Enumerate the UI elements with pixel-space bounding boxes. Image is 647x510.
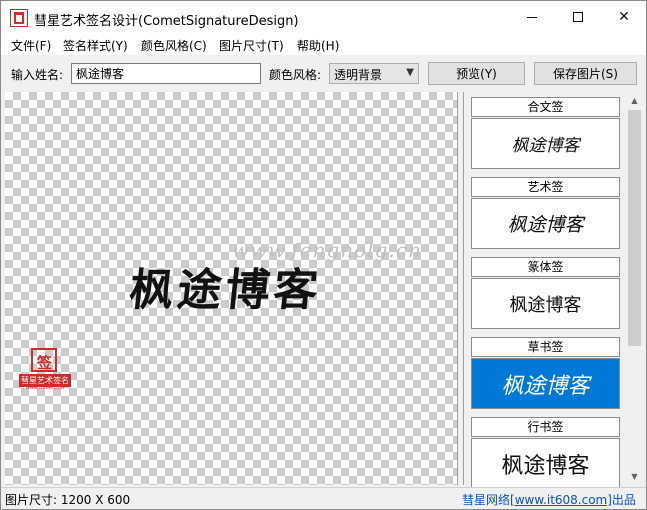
close-button[interactable]: ✕ [601,1,647,33]
color-style-label: 颜色风格: [269,68,322,82]
signature-preview-text: 枫途博客 [126,265,325,316]
brand-logo: 签 彗星艺术签名 www.it608.com [19,348,71,392]
credit-suffix: 出品 [611,493,636,507]
minimize-icon [527,16,537,18]
style-card-preview-selected[interactable]: 枫途博客 [471,358,620,409]
toolbar: 输入姓名: 颜色风格: 透明背景 ▼ 预览(Y) 保存图片(S) [1,55,646,91]
seal-icon: 签 [31,348,57,372]
image-size-status: 图片尺寸: 1200 X 600 [5,491,130,508]
close-icon: ✕ [618,9,630,25]
menu-bar: 文件(F) 签名样式(Y) 颜色风格(C) 图片尺寸(T) 帮助(H) [1,33,646,55]
color-style-value: 透明背景 [334,68,383,82]
style-list-panel: 合文签 枫途博客 艺术签 枫途博客 篆体签 枫途博客 草书签 枫途博客 行书签 … [463,92,643,489]
app-window: 彗星艺术签名设计(CometSignatureDesign) ✕ 文件(F) 签… [0,0,647,510]
image-size-label: 图片尺寸: [5,493,58,507]
scroll-up-icon[interactable]: ▲ [626,92,643,109]
name-input[interactable] [71,63,261,84]
style-card-title: 艺术签 [471,177,620,197]
style-card-title: 篆体签 [471,257,620,277]
style-card-preview[interactable]: 枫途博客 [471,278,620,329]
style-card-preview[interactable]: 枫途博客 [471,438,620,489]
preview-button[interactable]: 预览(Y) [428,62,525,85]
maximize-icon [573,12,583,22]
chevron-down-icon: ▼ [406,67,414,78]
style-card-preview[interactable]: 枫途博客 [471,118,620,169]
style-card-hewen[interactable]: 合文签 枫途博客 [471,97,620,169]
window-title: 彗星艺术签名设计(CometSignatureDesign) [34,14,299,29]
minimize-button[interactable] [509,1,555,33]
menu-color-style[interactable]: 颜色风格(C) [141,37,207,54]
style-card-preview[interactable]: 枫途博客 [471,198,620,249]
menu-file[interactable]: 文件(F) [11,37,51,54]
credit-site-name: 彗星网络 [462,493,511,507]
signature-preview-canvas: www.fengnolg.cn 枫途博客 签 彗星艺术签名 www.it608.… [5,92,458,485]
style-card-art[interactable]: 艺术签 枫途博客 [471,177,620,249]
scroll-down-icon[interactable]: ▼ [626,468,643,485]
style-card-cursive[interactable]: 草书签 枫途博客 [471,337,620,409]
style-card-seal-script[interactable]: 篆体签 枫途博客 [471,257,620,329]
style-card-title: 合文签 [471,97,620,117]
maximize-button[interactable] [555,1,601,33]
seal-glyph: 签 [37,354,53,372]
menu-image-size[interactable]: 图片尺寸(T) [219,37,284,54]
style-card-running[interactable]: 行书签 枫途博客 [471,417,620,489]
image-size-value: 1200 X 600 [60,493,131,507]
style-list-scrollbar[interactable]: ▲ ▼ [626,92,643,485]
app-logo-icon [10,9,28,27]
logo-url-text: www.it608.com [25,385,65,391]
status-bar: 图片尺寸: 1200 X 600 彗星网络[www.it608.com]出品 [1,487,646,509]
menu-help[interactable]: 帮助(H) [297,37,339,54]
color-style-select[interactable]: 透明背景 ▼ [329,63,419,84]
style-card-title: 草书签 [471,337,620,357]
style-card-title: 行书签 [471,417,620,437]
save-image-button[interactable]: 保存图片(S) [534,62,637,85]
menu-signature-style[interactable]: 签名样式(Y) [63,37,128,54]
scroll-thumb[interactable] [628,110,641,346]
credit-link[interactable]: 彗星网络[www.it608.com]出品 [462,491,636,508]
title-bar: 彗星艺术签名设计(CometSignatureDesign) ✕ [1,1,646,33]
credit-site-url[interactable]: [www.it608.com] [510,493,612,507]
name-label: 输入姓名: [11,68,64,82]
